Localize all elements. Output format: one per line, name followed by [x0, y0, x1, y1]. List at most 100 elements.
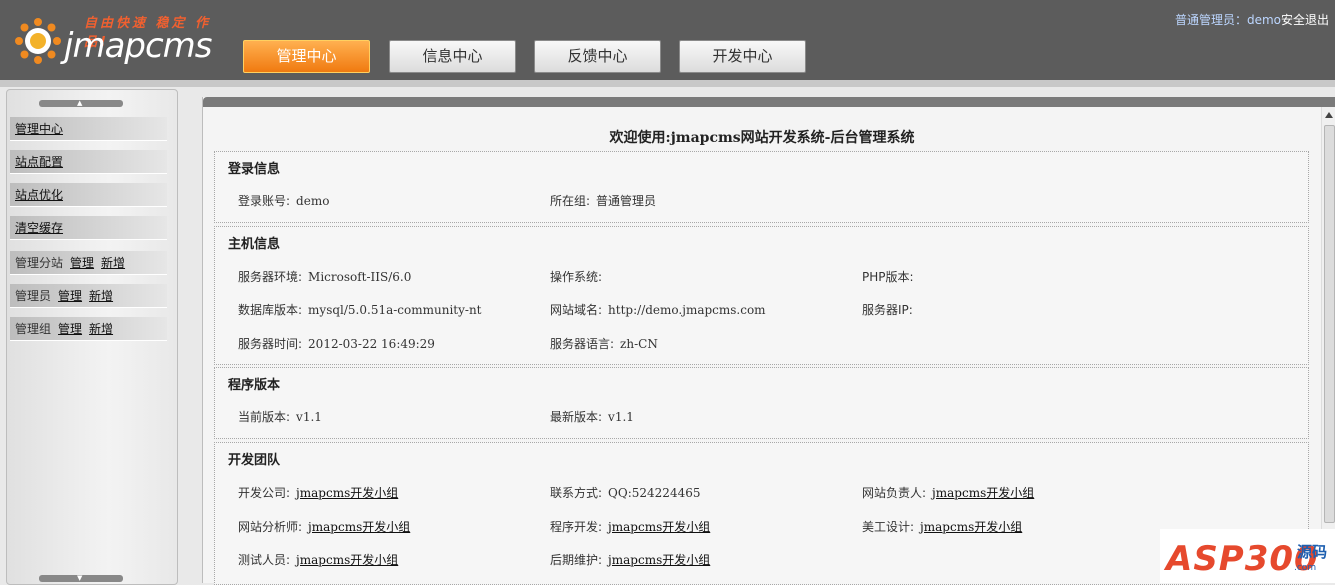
server-env-field: 服务器环境: Microsoft-IIS/6.0 [238, 268, 411, 285]
field-label: 服务器时间: [238, 337, 303, 351]
sidebar-scroll-up[interactable]: ▲ [39, 99, 123, 107]
sidebar: ▲ 管理中心 站点配置 站点优化 清空缓存 管理分站 管理 新增 管理员 管理 新增 管… [6, 89, 178, 585]
field-label: 开发公司: [238, 486, 291, 500]
site-domain-field: 网站域名: http://demo.jmapcms.com [550, 301, 766, 318]
program-dev-field: 程序开发: jmapcms开发小组 [550, 518, 710, 535]
dev-company-field: 开发公司: jmapcms开发小组 [238, 484, 398, 501]
field-value: zh-CN [620, 337, 658, 351]
header-divider [0, 80, 1335, 87]
page-title: 欢迎使用:jmapcms网站开发系统-后台管理系统 [609, 130, 915, 146]
manage-link[interactable]: 管理 [70, 256, 94, 270]
manage-link[interactable]: 管理 [58, 322, 82, 336]
version-section: 程序版本 当前版本: v1.1 最新版本: v1.1 [214, 367, 1309, 439]
field-label: 程序开发: [550, 520, 603, 534]
field-link[interactable]: jmapcms开发小组 [608, 553, 710, 567]
field-value: http://demo.jmapcms.com [608, 303, 766, 317]
field-label: 服务器语言: [550, 337, 615, 351]
field-value: QQ:524224465 [608, 486, 701, 500]
field-link[interactable]: jmapcms开发小组 [932, 486, 1034, 500]
tab-admin-center[interactable]: 管理中心 [243, 40, 370, 73]
field-label: 数据库版本: [238, 303, 303, 317]
section-title: 主机信息 [228, 237, 281, 252]
main-scrollbar[interactable] [1321, 107, 1335, 583]
host-info-section: 主机信息 服务器环境: Microsoft-IIS/6.0 操作系统: PHP版本… [214, 226, 1309, 365]
asp300-watermark: ASP300 源码 .com [1160, 529, 1335, 583]
sidebar-item-admin-center[interactable]: 管理中心 [10, 117, 167, 141]
os-field: 操作系统: [550, 268, 608, 285]
tab-feedback-center[interactable]: 反馈中心 [534, 40, 661, 73]
tab-info-center[interactable]: 信息中心 [389, 40, 516, 73]
manage-link[interactable]: 管理 [58, 289, 82, 303]
field-label: 服务器IP: [862, 303, 913, 317]
dev-team-section: 开发团队 开发公司: jmapcms开发小组 联系方式: QQ:524224465 … [214, 442, 1309, 585]
sidebar-item-site-config[interactable]: 站点配置 [10, 150, 167, 174]
field-label: 美工设计: [862, 520, 915, 534]
jmapcms-logo[interactable]: 自由快速 稳定 作品! jmapcms [12, 10, 222, 74]
field-link[interactable]: jmapcms开发小组 [920, 520, 1022, 534]
main-panel: 欢迎使用:jmapcms网站开发系统-后台管理系统 登录信息 登录账号: demo… [202, 97, 1335, 585]
sidebar-item-site-optimize[interactable]: 站点优化 [10, 183, 167, 207]
field-link[interactable]: jmapcms开发小组 [296, 553, 398, 567]
section-title: 开发团队 [228, 453, 281, 468]
field-label: 登录账号: [238, 194, 291, 208]
logout-link[interactable]: 安全退出 [1281, 13, 1329, 27]
watermark-asp-text: ASP300 [1166, 539, 1319, 579]
sidebar-item-label[interactable]: 清空缓存 [15, 221, 63, 235]
scroll-up-arrow-icon[interactable] [1325, 112, 1333, 118]
add-link[interactable]: 新增 [101, 256, 125, 270]
logo-text: jmapcms [64, 26, 213, 66]
add-link[interactable]: 新增 [89, 322, 113, 336]
username[interactable]: demo [1247, 13, 1281, 27]
field-label: 测试人员: [238, 553, 291, 567]
sidebar-group-substations: 管理分站 管理 新增 [10, 251, 167, 275]
latest-version-field: 最新版本: v1.1 [550, 408, 634, 425]
db-version-field: 数据库版本: mysql/5.0.51a-community-nt [238, 301, 482, 318]
tab-dev-center[interactable]: 开发中心 [679, 40, 806, 73]
site-owner-field: 网站负责人: jmapcms开发小组 [862, 484, 1034, 501]
sidebar-scroll-down[interactable]: ▼ [39, 574, 123, 582]
sidebar-group-label: 管理组 [15, 322, 52, 336]
sidebar-item-label[interactable]: 管理中心 [15, 122, 63, 136]
field-label: 当前版本: [238, 410, 291, 424]
field-label: 操作系统: [550, 270, 603, 284]
field-link[interactable]: jmapcms开发小组 [296, 486, 398, 500]
section-title: 登录信息 [228, 162, 281, 177]
sun-flower-icon [15, 18, 61, 64]
sidebar-item-label[interactable]: 站点配置 [15, 155, 63, 169]
chevron-down-icon: ▼ [77, 574, 83, 582]
field-value: v1.1 [296, 410, 322, 424]
watermark-domain-text: .com [1294, 563, 1317, 573]
current-version-field: 当前版本: v1.1 [238, 408, 322, 425]
sidebar-group-admin-groups: 管理组 管理 新增 [10, 317, 167, 341]
field-link[interactable]: jmapcms开发小组 [608, 520, 710, 534]
user-bar: 普通管理员：demo安全退出 [1175, 11, 1329, 28]
php-version-field: PHP版本: [862, 268, 920, 285]
field-label: PHP版本: [862, 270, 914, 284]
sidebar-group-admins: 管理员 管理 新增 [10, 284, 167, 308]
field-label: 后期维护: [550, 553, 603, 567]
sidebar-item-label[interactable]: 站点优化 [15, 188, 63, 202]
sidebar-group-label: 管理员 [15, 289, 52, 303]
login-info-section: 登录信息 登录账号: demo 所在组: 普通管理员 [214, 151, 1309, 223]
chevron-up-icon: ▲ [77, 99, 83, 107]
tester-field: 测试人员: jmapcms开发小组 [238, 551, 398, 568]
watermark-ym-text: 源码 [1297, 543, 1328, 561]
sidebar-item-clear-cache[interactable]: 清空缓存 [10, 216, 167, 240]
field-label: 所在组: [550, 194, 591, 208]
server-lang-field: 服务器语言: zh-CN [550, 335, 658, 352]
field-link[interactable]: jmapcms开发小组 [308, 520, 410, 534]
field-value: mysql/5.0.51a-community-nt [308, 303, 482, 317]
site-analyst-field: 网站分析师: jmapcms开发小组 [238, 518, 410, 535]
scroll-thumb[interactable] [1324, 125, 1335, 523]
field-value: 2012-03-22 16:49:29 [308, 337, 435, 351]
server-ip-field: 服务器IP: [862, 301, 919, 318]
section-title: 程序版本 [228, 378, 281, 393]
server-time-field: 服务器时间: 2012-03-22 16:49:29 [238, 335, 435, 352]
field-label: 最新版本: [550, 410, 603, 424]
art-design-field: 美工设计: jmapcms开发小组 [862, 518, 1022, 535]
sidebar-group-label: 管理分站 [15, 256, 64, 270]
add-link[interactable]: 新增 [89, 289, 113, 303]
field-value: Microsoft-IIS/6.0 [308, 270, 412, 284]
field-label: 联系方式: [550, 486, 603, 500]
user-role: 普通管理员： [1174, 13, 1247, 27]
